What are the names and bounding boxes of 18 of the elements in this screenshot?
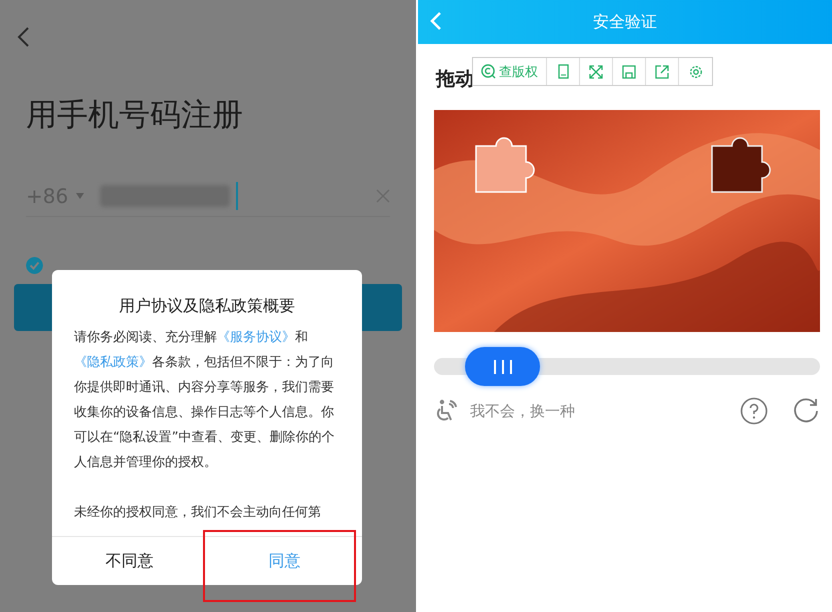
dropdown-icon <box>76 193 84 199</box>
agreement-paragraph: 请你务必阅读、充分理解《服务协议》和 《隐私政策》各条款，包括但不限于：为了向你提供即时通讯、内容分享等服务，我们需要收集你的设备信息、操作日志等个人信息。你可以在“隐私设置”中查看、变更、删除你的个人信息并管理你的授权。 <box>74 329 336 472</box>
refresh-icon[interactable] <box>792 397 820 425</box>
page-title: 用手机号码注册 <box>26 96 243 135</box>
slider-handle[interactable] <box>465 347 540 386</box>
policy-link[interactable]: 《隐私政策》 <box>74 355 152 370</box>
policy-link[interactable]: 《服务协议》 <box>217 330 295 345</box>
header-title: 安全验证 <box>593 12 657 32</box>
back-icon[interactable] <box>16 26 30 48</box>
switch-method-link[interactable]: 我不会，换一种 <box>470 402 575 420</box>
agreement-paragraph: 未经你的授权同意，我们不会主动向任何第 <box>74 504 322 521</box>
disagree-button[interactable]: 不同意 <box>52 537 207 585</box>
copyright-button[interactable]: 查版权 <box>473 58 547 85</box>
dialog-title: 用户协议及隐私政策概要 <box>119 296 295 317</box>
agree-checkbox[interactable] <box>26 257 43 274</box>
help-icon[interactable] <box>740 397 768 425</box>
copyright-icon <box>481 64 496 79</box>
agree-button[interactable]: 同意 <box>207 537 362 585</box>
